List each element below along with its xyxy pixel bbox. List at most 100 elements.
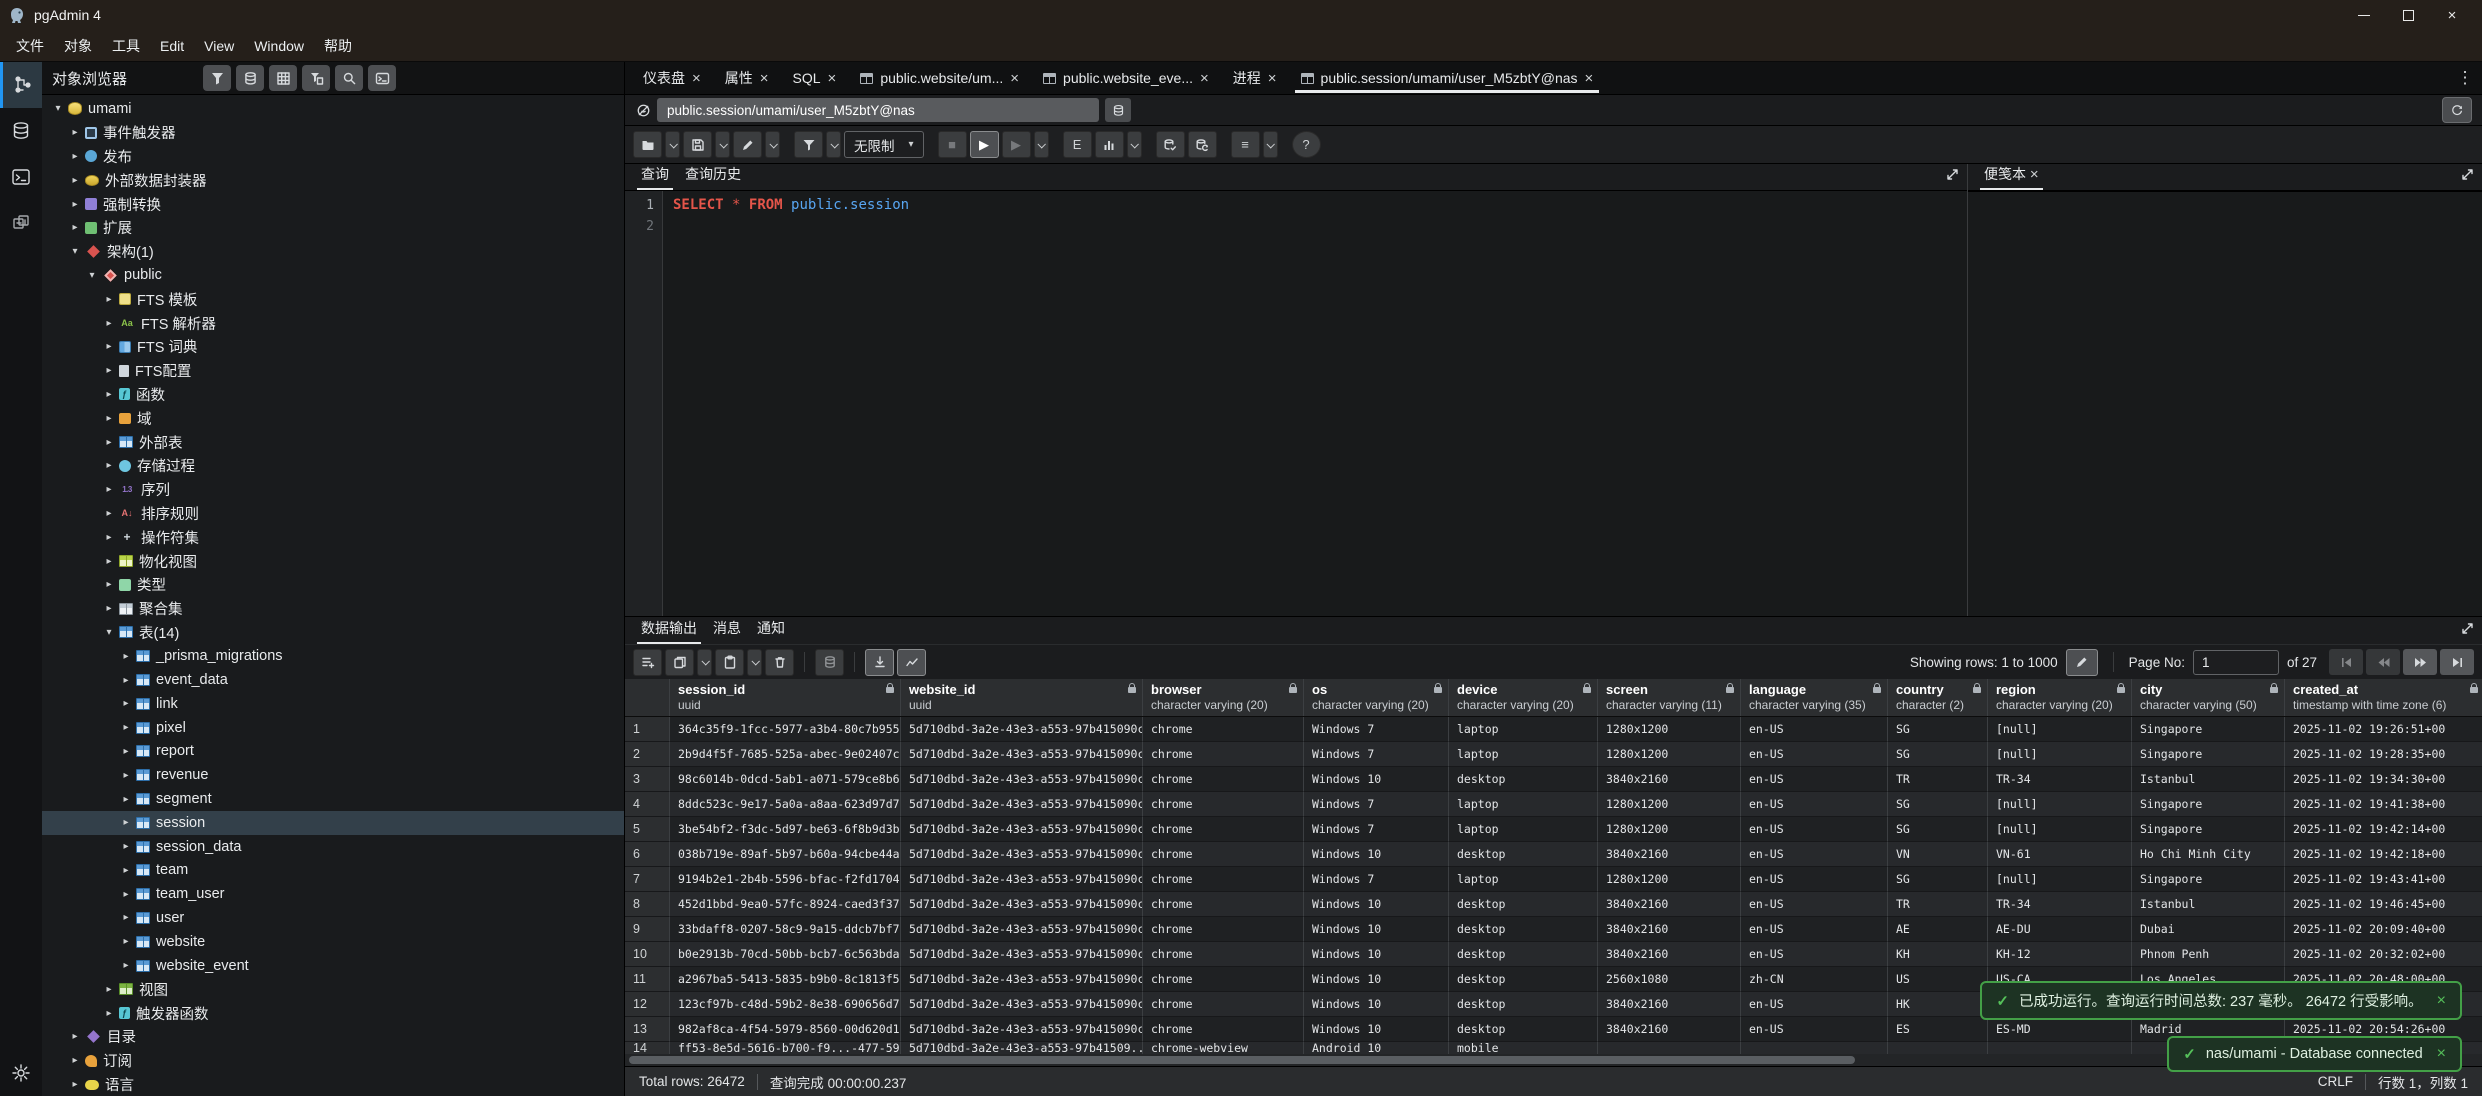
tab-close-icon[interactable]: × [760,70,769,87]
tree-expander-icon[interactable]: ▸ [101,318,117,329]
grid-cell[interactable]: HK [1888,992,1988,1017]
grid-cell[interactable]: 3840x2160 [1598,917,1741,942]
grid-cell[interactable]: Windows 10 [1304,967,1449,992]
kebab-menu-icon[interactable]: ⋮ [2448,62,2482,94]
last-page-icon[interactable] [2440,649,2474,675]
document-tab[interactable]: SQL × [781,62,849,94]
execute-more-icon[interactable] [1034,131,1049,158]
tree-expander-icon[interactable]: ▸ [67,175,83,186]
tree-expander-icon[interactable]: ▸ [101,508,117,519]
grid-cell[interactable]: Windows 10 [1304,992,1449,1017]
tree-item[interactable]: ▾ umami [42,97,624,121]
grid-cell[interactable]: desktop [1449,1017,1598,1042]
tree-expander-icon[interactable]: ▸ [118,698,134,709]
menu-item[interactable]: 帮助 [314,30,362,61]
document-tab[interactable]: public.website/um... × [848,62,1031,94]
column-header[interactable]: oscharacter varying (20) [1304,679,1449,716]
row-number[interactable]: 10 [625,942,670,967]
toast-close-icon[interactable]: × [2437,992,2446,1010]
tree-item[interactable]: ▸ website_event [42,954,624,978]
grid-cell[interactable]: en-US [1741,892,1888,917]
tree-item[interactable]: ▸ 域 [42,406,624,430]
tree-expander-icon[interactable]: ▸ [101,294,117,305]
grid-cell[interactable] [1988,1042,2132,1054]
grid-cell[interactable]: en-US [1741,867,1888,892]
pencil-icon[interactable] [2066,649,2098,676]
grid-cell[interactable]: desktop [1449,892,1598,917]
tree-item[interactable]: ▸ event_data [42,668,624,692]
minimize-icon[interactable] [2342,0,2386,30]
grid-cell[interactable]: 364c35f9-1fcc-5977-a3b4-80c7b955fb... [670,717,901,742]
grid-cell[interactable]: 3be54bf2-f3dc-5d97-be63-6f8b9d3b7c... [670,817,901,842]
tree-item[interactable]: ▸ website [42,930,624,954]
grid-cell[interactable]: Ho Chi Minh City [2132,842,2285,867]
grid-cell[interactable]: Istanbul [2132,892,2285,917]
grid-cell[interactable]: 1280x1200 [1598,792,1741,817]
grid-cell[interactable]: 2025-11-02 19:34:30+00 [2285,767,2482,792]
menu-item[interactable]: 对象 [54,30,102,61]
grid-cell[interactable]: 2025-11-02 20:32:02+00 [2285,942,2482,967]
execute-options-icon[interactable]: ▶ [1002,131,1031,158]
grid-cell[interactable] [1741,1042,1888,1054]
object-explorer-icon[interactable] [0,62,42,108]
stop-icon[interactable]: ■ [938,131,967,158]
row-number[interactable]: 7 [625,867,670,892]
grid-cell[interactable]: desktop [1449,992,1598,1017]
tab-close-icon[interactable]: × [1268,70,1277,87]
tree-expander-icon[interactable]: ▸ [101,365,117,376]
tree-expander-icon[interactable]: ▸ [101,984,117,995]
delete-row-icon[interactable] [765,649,794,676]
copy-icon[interactable] [665,649,694,676]
grid-cell[interactable]: [null] [1988,742,2132,767]
grid-cell[interactable]: 038b719e-89af-5b97-b60a-94cbe44af... [670,842,901,867]
grid-cell[interactable]: ES [1888,1017,1988,1042]
tree-expander-icon[interactable]: ▸ [67,127,83,138]
grid-cell[interactable]: US [1888,967,1988,992]
column-header[interactable]: citycharacter varying (50) [2132,679,2285,716]
column-header[interactable]: devicecharacter varying (20) [1449,679,1598,716]
tree-expander-icon[interactable]: ▸ [118,770,134,781]
tree-expander-icon[interactable]: ▸ [118,841,134,852]
column-header[interactable]: regioncharacter varying (20) [1988,679,2132,716]
grid-cell[interactable]: Windows 7 [1304,817,1449,842]
tree-item[interactable]: ▸ session_data [42,835,624,859]
grid-cell[interactable]: 5d710dbd-3a2e-43e3-a553-97b415090c... [901,1017,1143,1042]
scratch-close-icon[interactable]: × [2030,166,2039,183]
filter-icon[interactable] [203,65,231,91]
grid-cell[interactable]: mobile [1449,1042,1598,1054]
explain-analyze-icon[interactable] [1095,131,1124,158]
grid-cell[interactable]: Singapore [2132,867,2285,892]
grid-cell[interactable]: ff53-8e5d-5616-b700-f9...-477-59... [670,1042,901,1054]
menu-item[interactable]: 文件 [6,30,54,61]
tree-item[interactable]: ▸ FTS 模板 [42,287,624,311]
tree-expander-icon[interactable]: ▸ [118,746,134,757]
refresh-icon[interactable] [2442,97,2472,123]
grid-cell[interactable]: 1280x1200 [1598,867,1741,892]
copy-options-icon[interactable] [697,649,712,676]
grid-cell[interactable]: chrome [1143,1017,1304,1042]
tree-item[interactable]: ▸ 强制转换 [42,192,624,216]
grid-cell[interactable] [1598,1042,1741,1054]
tree-item[interactable]: ▸ + 操作符集 [42,525,624,549]
commit-icon[interactable] [1156,131,1185,158]
tree-item[interactable]: ▸ 外部数据封装器 [42,168,624,192]
tree-item[interactable]: ▸ A↓ 排序规则 [42,502,624,526]
grid-cell[interactable]: [null] [1988,867,2132,892]
grid-cell[interactable]: 33bdaff8-0207-58c9-9a15-ddcb7bf719... [670,917,901,942]
grid-cell[interactable]: 3840x2160 [1598,992,1741,1017]
terminal-icon[interactable] [368,65,396,91]
grid-cell[interactable]: 5d710dbd-3a2e-43e3-a553-97b415090c... [901,742,1143,767]
prev-page-icon[interactable] [2366,649,2400,675]
column-header[interactable]: session_iduuid [670,679,901,716]
tree-item[interactable]: ▸ _prisma_migrations [42,644,624,668]
grid-cell[interactable]: 98c6014b-0dcd-5ab1-a071-579ce8b66... [670,767,901,792]
row-number[interactable]: 4 [625,792,670,817]
filter-grid-icon[interactable] [302,65,330,91]
toast-close-icon[interactable]: × [2437,1045,2446,1063]
menu-item[interactable]: 工具 [102,30,150,61]
help-icon[interactable]: ? [1292,131,1321,158]
explain-icon[interactable]: E [1063,131,1092,158]
grid-cell[interactable]: Singapore [2132,792,2285,817]
grid-cell[interactable]: SG [1888,792,1988,817]
tree-item[interactable]: ▸ 存储过程 [42,454,624,478]
